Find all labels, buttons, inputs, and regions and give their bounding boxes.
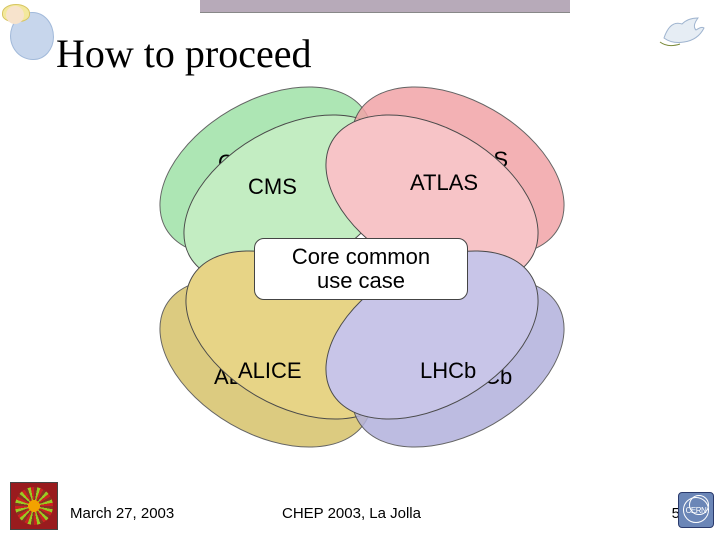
center-common-box: Core common use case [254, 238, 468, 300]
footer-venue: CHEP 2003, La Jolla [282, 505, 421, 522]
alice-experiment-logo-icon [10, 482, 58, 530]
center-common-label: Core common use case [292, 244, 430, 293]
top-accent-bar [200, 0, 570, 13]
slide-title: How to proceed [56, 30, 311, 77]
alice-character-icon [6, 6, 60, 66]
venn-diagram: CMS CMS ATLAS ATLAS ALICE ALICE LHCb LHC… [110, 100, 610, 480]
label-lhcb-front: LHCb [420, 358, 476, 384]
footer-date: March 27, 2003 [70, 505, 174, 522]
dove-icon [658, 12, 706, 48]
label-alice-front: ALICE [238, 358, 302, 384]
label-atlas-front: ATLAS [410, 170, 478, 196]
cern-logo-icon: CERN [678, 492, 714, 528]
cern-logo-text: CERN [686, 506, 707, 515]
label-cms-front: CMS [248, 174, 297, 200]
